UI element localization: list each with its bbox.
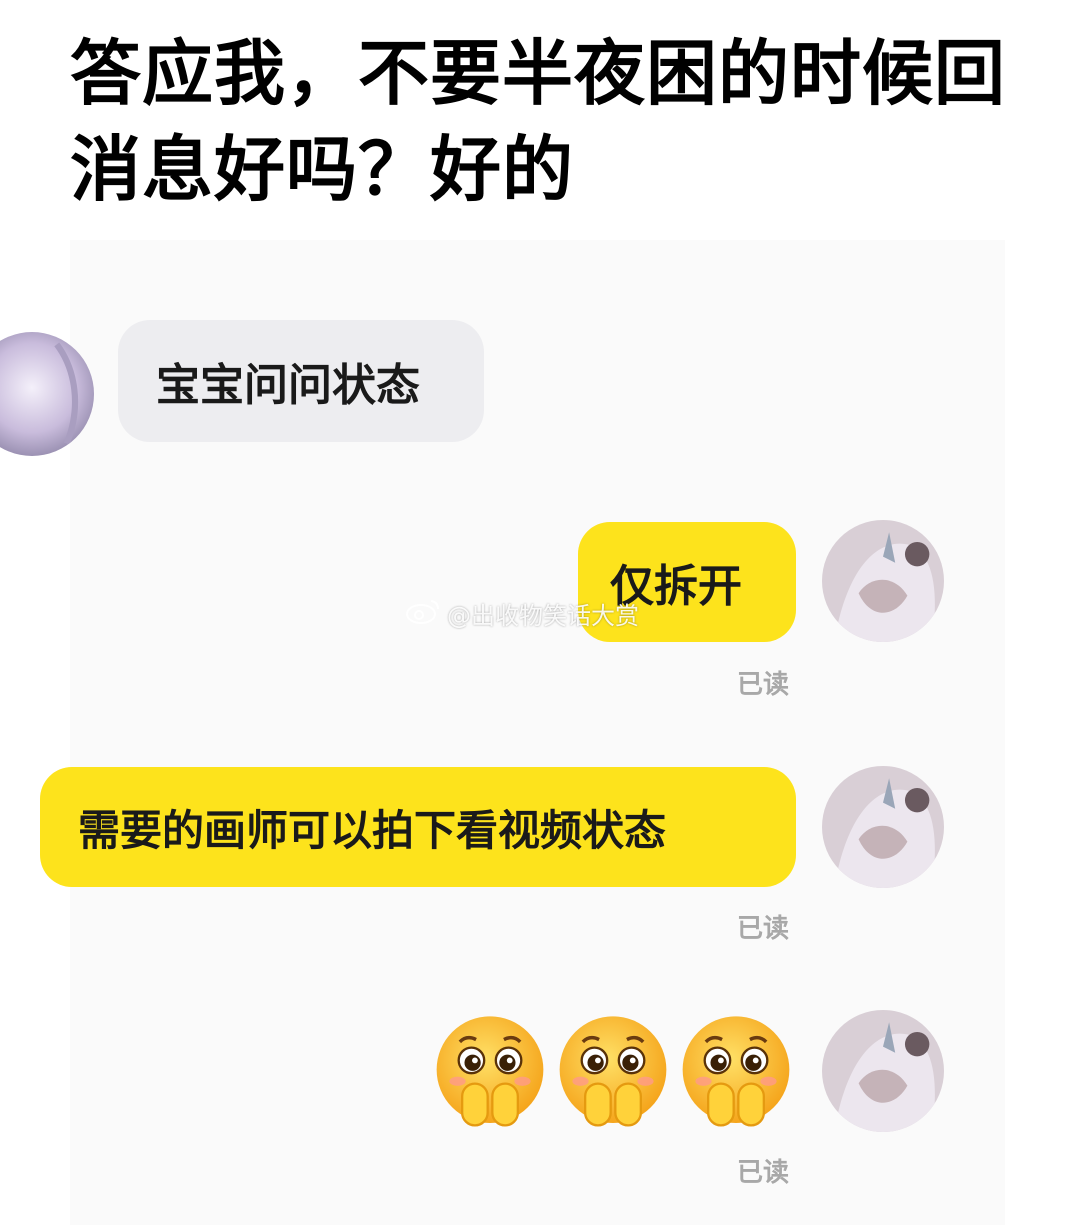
message-bubble-received[interactable]: 宝宝问问状态	[118, 320, 484, 442]
read-status: 已读	[737, 1158, 790, 1188]
weibo-icon	[405, 597, 441, 631]
post-title: 答应我，不要半夜困的时候回消息好吗？好的	[70, 32, 1007, 211]
my-avatar[interactable]	[822, 766, 944, 888]
my-avatar[interactable]	[822, 520, 944, 642]
message-bubble-sent[interactable]: 需要的画师可以拍下看视频状态	[40, 767, 796, 887]
watermark: @出收物笑话大赏	[405, 596, 639, 631]
read-status: 已读	[737, 670, 790, 700]
pleading-hands-emoji[interactable]	[678, 1014, 794, 1130]
message-text: 需要的画师可以拍下看视频状态	[78, 805, 667, 855]
read-status: 已读	[737, 914, 790, 944]
message-text: 宝宝问问状态	[156, 360, 420, 411]
pleading-hands-emoji[interactable]	[555, 1014, 671, 1130]
watermark-text: @出收物笑话大赏	[447, 602, 639, 630]
my-avatar[interactable]	[822, 1010, 944, 1132]
pleading-hands-emoji[interactable]	[432, 1014, 548, 1130]
